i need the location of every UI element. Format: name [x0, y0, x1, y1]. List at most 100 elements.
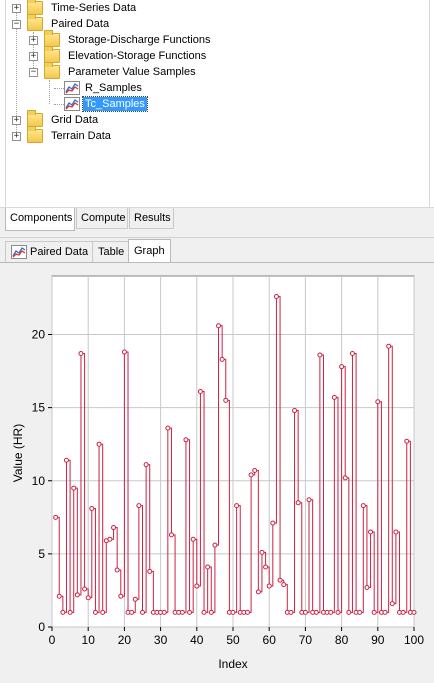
expand-toggle[interactable]: +	[12, 3, 21, 13]
data-point	[216, 323, 222, 329]
data-point	[386, 343, 392, 349]
data-point	[292, 408, 298, 414]
data-point	[67, 609, 73, 615]
tab-components[interactable]: Components	[5, 208, 75, 231]
tab-paired-data[interactable]: Paired Data	[5, 241, 95, 262]
tab-compute[interactable]: Compute	[76, 208, 128, 229]
x-tick-label: 10	[82, 633, 96, 647]
tab-label: Graph	[134, 245, 165, 257]
data-point	[147, 568, 153, 574]
tree-item-label: Grid Data	[51, 114, 99, 126]
tab-graph[interactable]: Graph	[128, 239, 171, 262]
y-tick-label: 10	[32, 474, 46, 488]
data-point	[404, 438, 410, 444]
tree-item-label: Storage-Discharge Functions	[68, 34, 211, 46]
folder-icon	[27, 0, 43, 15]
data-point	[252, 468, 258, 474]
data-point	[114, 567, 120, 573]
data-point	[266, 583, 272, 589]
data-point	[393, 529, 399, 535]
tab-table[interactable]: Table	[92, 241, 131, 262]
data-point	[288, 609, 294, 615]
data-point	[346, 609, 352, 615]
data-point	[411, 609, 417, 615]
x-tick-label: 30	[154, 633, 168, 647]
data-point	[60, 609, 66, 615]
x-tick-label: 70	[299, 633, 313, 647]
folder-icon	[44, 30, 60, 47]
data-point	[368, 529, 374, 535]
tree-item-parameter-value-samples[interactable]: − Parameter Value Samples	[29, 62, 198, 80]
paired-data-chart-icon	[11, 245, 27, 259]
data-point	[263, 564, 269, 570]
tree-item-label: Time-Series Data	[51, 2, 137, 14]
data-point	[328, 609, 334, 615]
tree-item-label: Terrain Data	[51, 130, 111, 142]
x-tick-label: 50	[226, 633, 240, 647]
data-point	[223, 397, 229, 403]
data-point	[53, 514, 59, 520]
data-point	[295, 500, 301, 506]
data-point	[132, 596, 138, 602]
panel-splitter[interactable]	[0, 231, 434, 238]
expand-toggle[interactable]: +	[12, 131, 21, 141]
folder-icon	[27, 126, 43, 143]
expand-toggle[interactable]: +	[12, 115, 21, 125]
view-tab-bar: Paired Data Table Graph	[0, 238, 434, 262]
tree-item-r-samples[interactable]: R_Samples	[64, 80, 144, 96]
sample-values-chart[interactable]: 0 10 20 30 40 50 60 70 80 90 100 0 5 10 15 20 Index Val…	[0, 263, 434, 683]
data-point	[136, 503, 142, 509]
y-tick-label: 5	[38, 547, 45, 561]
x-tick-label: 20	[118, 633, 132, 647]
expand-toggle[interactable]: +	[29, 35, 38, 45]
tree-item-paired-data[interactable]: − Paired Data	[12, 14, 111, 32]
data-point	[335, 609, 341, 615]
data-point	[165, 425, 171, 431]
component-tree[interactable]: + Time-Series Data − Paired Data + Stora…	[5, 0, 430, 207]
data-point	[190, 536, 196, 542]
graph-panel: 0 10 20 30 40 50 60 70 80 90 100 0 5 10 15 20 Index Val…	[0, 262, 434, 683]
tab-results[interactable]: Results	[129, 208, 174, 229]
data-point	[161, 609, 167, 615]
y-tick-label: 20	[32, 328, 46, 342]
y-tick-label: 0	[38, 620, 45, 634]
y-tick-label: 15	[32, 401, 46, 415]
folder-icon	[27, 14, 43, 31]
data-point	[357, 609, 363, 615]
paired-data-chart-icon	[64, 81, 80, 95]
data-point	[277, 577, 283, 583]
expand-toggle[interactable]: +	[29, 51, 38, 61]
y-axis-label: Value (HR)	[11, 424, 25, 482]
data-point	[364, 585, 370, 591]
collapse-toggle[interactable]: −	[29, 67, 38, 77]
data-point	[82, 586, 88, 592]
data-point	[100, 609, 106, 615]
data-point	[234, 503, 240, 509]
x-tick-label: 0	[49, 633, 56, 647]
data-point	[197, 389, 203, 395]
tree-item-terrain-data[interactable]: + Terrain Data	[12, 126, 113, 144]
data-point	[212, 542, 218, 548]
data-point	[63, 457, 69, 463]
tree-item-label: R_Samples	[85, 82, 142, 94]
data-point	[219, 356, 225, 362]
tree-item-label: Parameter Value Samples	[68, 66, 196, 78]
data-point	[183, 437, 189, 443]
data-point	[360, 503, 366, 509]
data-point	[107, 536, 113, 542]
data-point	[201, 609, 207, 615]
collapse-toggle[interactable]: −	[12, 19, 21, 29]
tree-item-label: Elevation-Storage Functions	[68, 50, 207, 62]
tree-item-tc-samples[interactable]: Tc_Samples	[64, 96, 148, 112]
explorer-tab-bar: Components Compute Results	[0, 207, 434, 231]
data-point	[248, 472, 254, 478]
tree-item-storage-discharge-functions[interactable]: + Storage-Discharge Functions	[29, 30, 212, 48]
tree-item-grid-data[interactable]: + Grid Data	[12, 110, 100, 128]
data-point	[71, 485, 77, 491]
data-point	[339, 364, 345, 370]
data-point	[111, 525, 117, 531]
tree-item-elevation-storage-functions[interactable]: + Elevation-Storage Functions	[29, 46, 208, 64]
folder-icon	[44, 62, 60, 79]
x-tick-label: 40	[190, 633, 204, 647]
data-point	[244, 609, 250, 615]
